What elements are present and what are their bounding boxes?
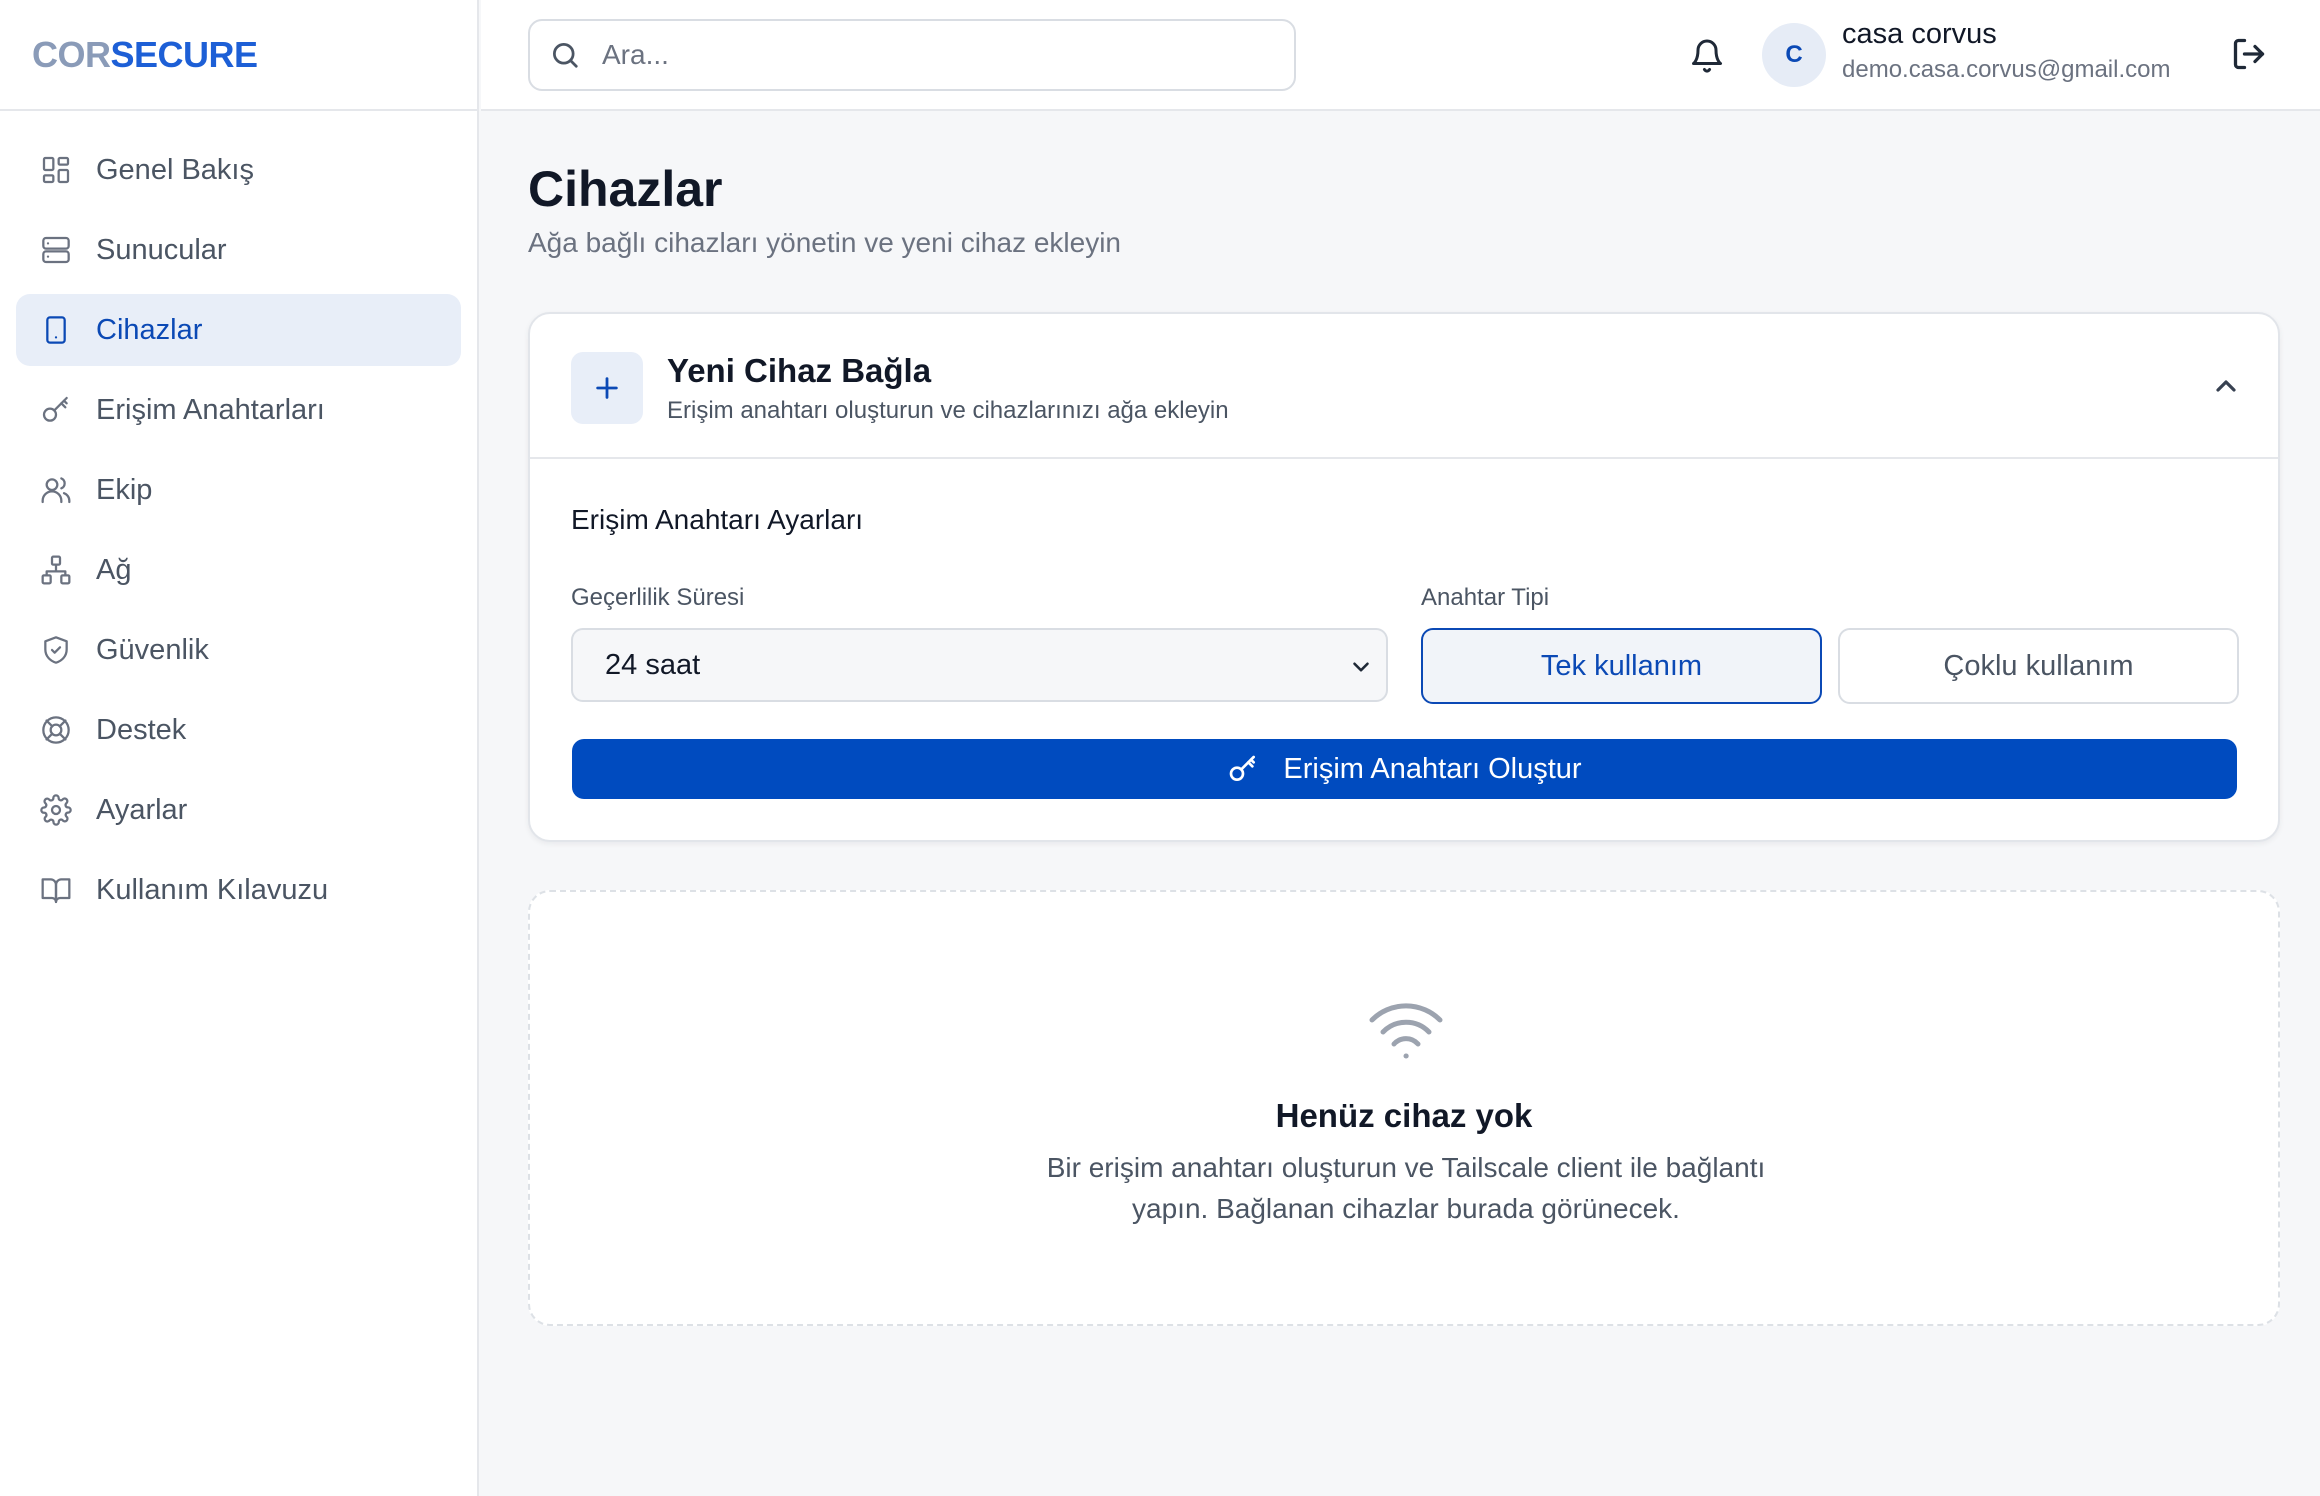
create-access-key-label: Erişim Anahtarı Oluştur [1283, 752, 1582, 785]
sidebar: CORSECURE Genel Bakış Sunucular Cihazlar… [0, 0, 479, 1496]
sidebar-item-destek[interactable]: Destek [16, 694, 461, 766]
validity-select-value: 24 saat [605, 648, 701, 681]
sidebar-item-label: Erişim Anahtarları [96, 393, 325, 426]
connect-device-card: Yeni Cihaz Bağla Erişim anahtarı oluştur… [528, 312, 2280, 842]
key-icon [1230, 755, 1256, 781]
sidebar-nav: Genel Bakış Sunucular Cihazlar Erişim An… [0, 134, 477, 926]
users-icon [40, 474, 72, 506]
sidebar-item-label: Cihazlar [96, 313, 203, 346]
key-icon [40, 394, 72, 426]
brand-logo[interactable]: CORSECURE [32, 34, 258, 76]
empty-state-description: Bir erişim anahtarı oluşturun ve Tailsca… [1046, 1152, 1766, 1224]
create-access-key-button[interactable]: Erişim Anahtarı Oluştur [572, 739, 2237, 799]
chevron-up-icon [2216, 380, 2236, 392]
key-type-multi-use-button[interactable]: Çoklu kullanım [1838, 628, 2239, 704]
plus-icon [596, 377, 618, 399]
key-type-single-use-button[interactable]: Tek kullanım [1421, 628, 1822, 704]
search-box[interactable] [528, 19, 1296, 91]
validity-select[interactable]: 24 saat [571, 628, 1388, 702]
sidebar-item-ekip[interactable]: Ekip [16, 454, 461, 526]
logo-bar: CORSECURE [0, 0, 477, 111]
page-subtitle: Ağa bağlı cihazları yönetin ve yeni ciha… [528, 227, 1122, 258]
sidebar-item-kullanim-kilavuzu[interactable]: Kullanım Kılavuzu [16, 854, 461, 926]
sidebar-item-label: Destek [96, 713, 187, 746]
logout-button[interactable] [2231, 36, 2267, 72]
empty-state-title: Henüz cihaz yok [1275, 1097, 1533, 1134]
book-icon [40, 874, 72, 906]
sidebar-item-erisim-anahtarlari[interactable]: Erişim Anahtarları [16, 374, 461, 446]
section-title: Erişim Anahtarı Ayarları [571, 504, 864, 535]
sidebar-item-ag[interactable]: Ağ [16, 534, 461, 606]
avatar[interactable]: C [1762, 23, 1826, 87]
sidebar-item-label: Güvenlik [96, 633, 209, 666]
shield-icon [40, 634, 72, 666]
sidebar-item-label: Ağ [96, 553, 132, 586]
top-header: C casa corvus demo.casa.corvus@gmail.com [481, 0, 2320, 111]
lifebuoy-icon [40, 714, 72, 746]
sidebar-item-label: Genel Bakış [96, 153, 254, 186]
sidebar-item-label: Sunucular [96, 233, 227, 266]
validity-label: Geçerlilik Süresi [571, 584, 745, 611]
sidebar-item-label: Ayarlar [96, 793, 188, 826]
sidebar-item-sunucular[interactable]: Sunucular [16, 214, 461, 286]
wifi-icon [1366, 1000, 1446, 1064]
gear-icon [40, 794, 72, 826]
notifications-button[interactable] [1689, 38, 1725, 74]
brand-logo-part2: SECURE [110, 33, 259, 75]
card-description: Erişim anahtarı oluşturun ve cihazlarını… [667, 397, 1229, 424]
device-icon [40, 314, 72, 346]
sidebar-item-genel-bakis[interactable]: Genel Bakış [16, 134, 461, 206]
server-icon [40, 234, 72, 266]
connect-device-card-header[interactable]: Yeni Cihaz Bağla Erişim anahtarı oluştur… [530, 314, 2278, 459]
page-title: Cihazlar [528, 161, 723, 217]
logout-icon [2233, 38, 2265, 70]
bell-icon [1692, 39, 1722, 73]
sidebar-item-guvenlik[interactable]: Güvenlik [16, 614, 461, 686]
brand-logo-part1: COR [32, 33, 111, 75]
dashboard-icon [40, 154, 72, 186]
network-icon [40, 554, 72, 586]
chevron-down-icon [1353, 662, 1369, 672]
collapse-toggle[interactable] [2210, 370, 2242, 402]
card-title: Yeni Cihaz Bağla [667, 352, 932, 389]
plus-icon-box [571, 352, 643, 424]
sidebar-item-ayarlar[interactable]: Ayarlar [16, 774, 461, 846]
sidebar-item-label: Ekip [96, 473, 153, 506]
search-input[interactable] [602, 39, 1242, 71]
sidebar-item-cihazlar[interactable]: Cihazlar [16, 294, 461, 366]
sidebar-item-label: Kullanım Kılavuzu [96, 873, 329, 906]
user-name: casa corvus [1842, 18, 1997, 50]
empty-state: Henüz cihaz yok Bir erişim anahtarı oluş… [528, 890, 2280, 1326]
user-email: demo.casa.corvus@gmail.com [1842, 56, 2171, 83]
key-type-label: Anahtar Tipi [1421, 584, 1550, 611]
search-icon [553, 43, 578, 68]
